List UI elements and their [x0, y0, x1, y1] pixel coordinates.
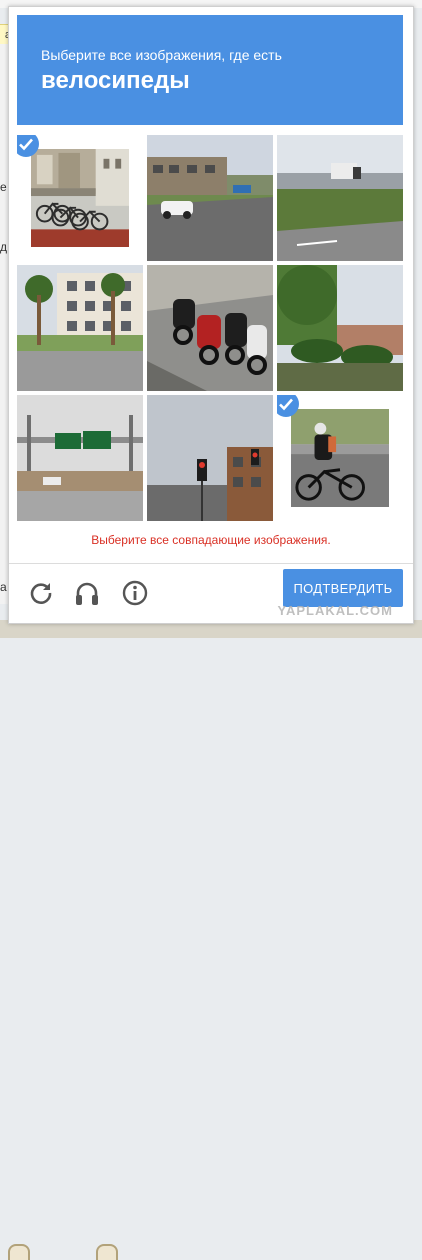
captcha-header: Выберите все изображения, где есть велос…: [17, 15, 403, 125]
traffic-light-image: [147, 395, 273, 521]
tile-palm-trees[interactable]: [277, 265, 403, 391]
motorcycles-image: [147, 265, 273, 391]
verify-button[interactable]: ПОДТВЕРДИТЬ: [283, 569, 403, 607]
target-object-text: велосипеды: [41, 67, 190, 94]
checkmark-icon: [17, 135, 39, 157]
checkmark-icon: [277, 395, 299, 417]
tile-highway-truck[interactable]: [277, 135, 403, 261]
tile-motorcycles[interactable]: [147, 265, 273, 391]
palm-trees-image: [277, 265, 403, 391]
building-palms-image: [17, 265, 143, 391]
reload-icon[interactable]: [27, 579, 55, 607]
tile-traffic-light[interactable]: [147, 395, 273, 521]
tile-highway-sign[interactable]: [17, 395, 143, 521]
street-car-image: [147, 135, 273, 261]
highway-sign-image: [17, 395, 143, 521]
tile-cyclist[interactable]: [277, 395, 403, 521]
tile-street-car[interactable]: [147, 135, 273, 261]
watermark-text: YAPLAKAL.COM: [277, 603, 393, 618]
tile-building-palms[interactable]: [17, 265, 143, 391]
info-icon[interactable]: [121, 579, 149, 607]
captcha-widget: Выберите все изображения, где есть велос…: [8, 6, 414, 624]
error-message: Выберите все совпадающие изображения.: [91, 533, 331, 547]
bicycles-rack-image: [31, 149, 129, 247]
tile-bicycles-rack[interactable]: [17, 135, 143, 261]
cyclist-image: [291, 409, 389, 507]
instruction-text: Выберите все изображения, где есть: [41, 47, 282, 63]
footer-divider: [9, 563, 413, 564]
headphones-icon[interactable]: [73, 579, 101, 607]
highway-truck-image: [277, 135, 403, 261]
